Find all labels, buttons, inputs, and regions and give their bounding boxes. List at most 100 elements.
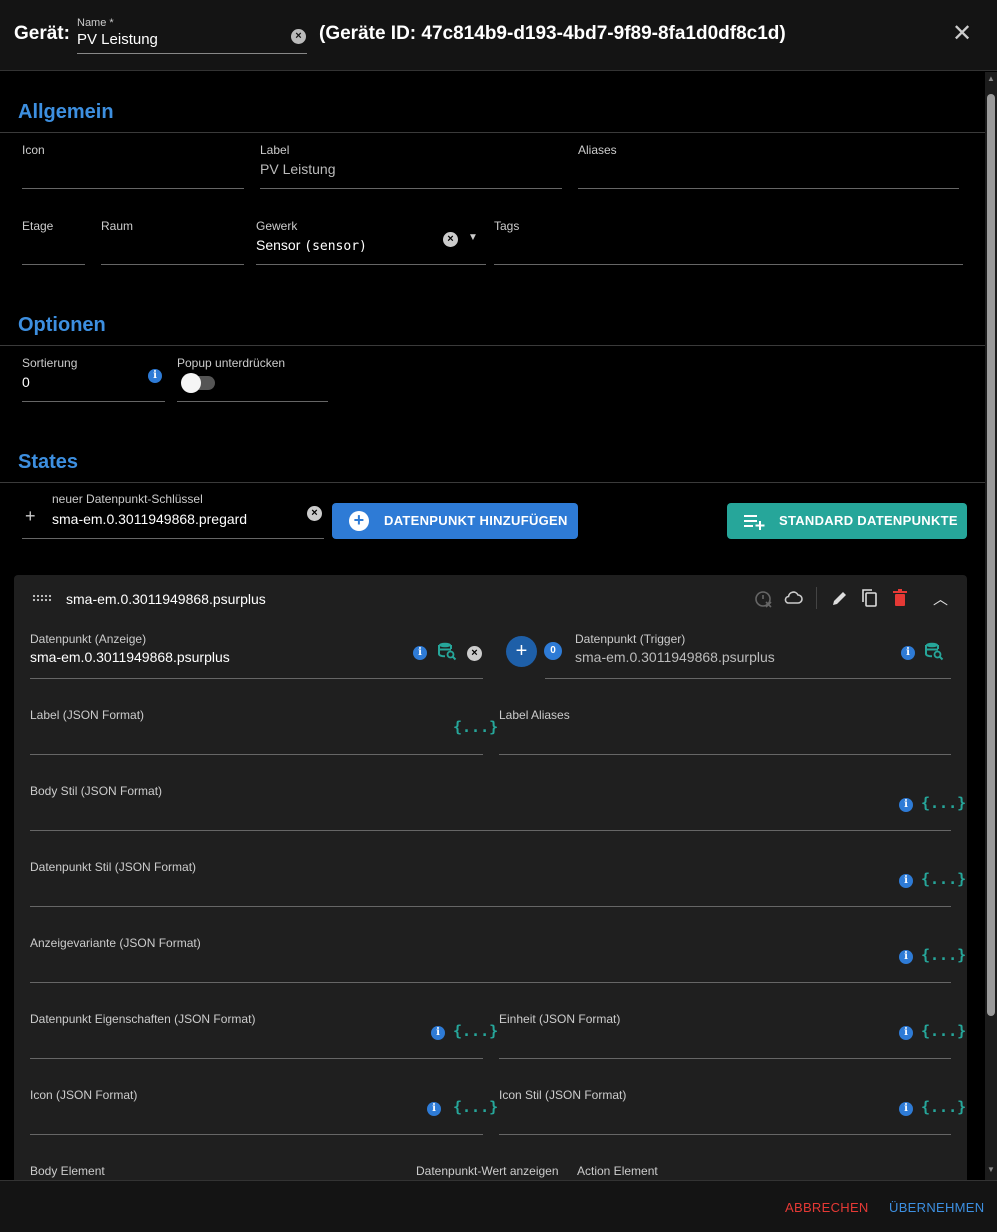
dialog-header: Gerät: Name * PV Leistung × (Geräte ID: … (0, 0, 997, 71)
show-value-label: Datenpunkt-Wert anzeigen (416, 1164, 559, 1178)
add-datapoint-button[interactable]: + DATENPUNKT HINZUFÜGEN (332, 503, 578, 539)
divider (0, 345, 985, 346)
toggle-knob (181, 373, 201, 393)
json-editor-icon[interactable]: {...} (921, 870, 966, 888)
info-icon[interactable]: i (901, 646, 915, 660)
plus-icon: + (25, 506, 36, 526)
json-editor-icon[interactable]: {...} (921, 946, 966, 964)
dp-style-field[interactable]: Datenpunkt Stil (JSON Format) i {...} (30, 860, 966, 907)
scroll-down-icon[interactable]: ▼ (987, 1165, 995, 1174)
dp-props-label: Datenpunkt Eigenschaften (JSON Format) (30, 1012, 256, 1026)
dp-display-value[interactable]: sma-em.0.3011949868.psurplus (30, 649, 230, 665)
info-icon[interactable]: i (427, 1102, 441, 1116)
chevron-up-icon[interactable]: ︿ (933, 588, 948, 609)
info-icon[interactable]: i (899, 798, 913, 812)
sort-field-label: Sortierung (22, 356, 78, 370)
info-icon[interactable]: i (413, 646, 427, 660)
trade-value-key: (sensor) (304, 239, 367, 254)
standard-datapoints-label: STANDARD DATENPUNKTE (779, 513, 958, 528)
json-editor-icon[interactable]: {...} (453, 1098, 498, 1116)
scrollbar[interactable]: ▲ ▼ (985, 72, 997, 1180)
drag-handle-icon[interactable] (32, 593, 52, 603)
icon-json-label: Icon (JSON Format) (30, 1088, 138, 1102)
json-editor-icon[interactable]: {...} (453, 1022, 498, 1040)
json-editor-icon[interactable]: {...} (453, 718, 498, 736)
new-key-field[interactable]: + neuer Datenpunkt-Schlüssel sma-em.0.30… (22, 492, 324, 539)
section-general-title: Allgemein (18, 101, 114, 123)
icon-field-label: Icon (22, 143, 45, 157)
cloud-icon[interactable] (782, 587, 804, 609)
json-editor-icon[interactable]: {...} (921, 1098, 966, 1116)
popup-field: Popup unterdrücken (177, 356, 328, 402)
standard-datapoints-button[interactable]: STANDARD DATENPUNKTE (727, 503, 967, 539)
dp-display-field[interactable]: Datenpunkt (Anzeige) sma-em.0.3011949868… (30, 632, 483, 679)
floor-field[interactable]: Etage (22, 219, 85, 265)
device-id: (Geräte ID: 47c814b9-d193-4bd7-9f89-8fa1… (319, 23, 786, 44)
json-editor-icon[interactable]: {...} (921, 794, 966, 812)
database-search-icon[interactable] (924, 641, 944, 661)
copy-icon[interactable] (859, 587, 881, 609)
tags-field[interactable]: Tags (494, 219, 963, 265)
sort-field-value[interactable]: 0 (22, 374, 30, 390)
body-element-label: Body Element (30, 1164, 105, 1178)
state-card-title: sma-em.0.3011949868.psurplus (66, 591, 266, 607)
dp-props-field[interactable]: Datenpunkt Eigenschaften (JSON Format) i… (30, 1012, 498, 1059)
dp-trigger-field[interactable]: Datenpunkt (Trigger) sma-em.0.3011949868… (545, 632, 951, 679)
name-field-value[interactable]: PV Leistung (77, 31, 158, 48)
chevron-down-icon[interactable]: ▼ (468, 232, 478, 243)
body-style-label: Body Stil (JSON Format) (30, 784, 163, 798)
body-style-field[interactable]: Body Stil (JSON Format) i {...} (30, 784, 966, 831)
new-key-value[interactable]: sma-em.0.3011949868.pregard (52, 511, 247, 527)
popup-toggle[interactable] (181, 373, 215, 393)
unit-field[interactable]: Einheit (JSON Format) i {...} (499, 1012, 966, 1059)
action-element-label: Action Element (577, 1164, 658, 1178)
timer-off-icon[interactable] (752, 587, 774, 609)
label-field[interactable]: Label PV Leistung (260, 143, 562, 189)
info-icon[interactable]: i (899, 1026, 913, 1040)
label-aliases-label: Label Aliases (499, 708, 570, 722)
info-icon[interactable]: i (431, 1026, 445, 1040)
dp-trigger-value[interactable]: sma-em.0.3011949868.psurplus (575, 649, 775, 665)
icon-style-field[interactable]: Icon Stil (JSON Format) i {...} (499, 1088, 966, 1135)
icon-style-label: Icon Stil (JSON Format) (499, 1088, 627, 1102)
clear-dp-icon[interactable]: × (467, 646, 482, 661)
scrollbar-thumb[interactable] (987, 94, 995, 1016)
clear-key-icon[interactable]: × (307, 506, 322, 521)
trade-value-text: Sensor (256, 237, 301, 253)
database-search-icon[interactable] (437, 641, 457, 661)
scroll-up-icon[interactable]: ▲ (987, 74, 995, 83)
clear-trade-icon[interactable]: × (443, 232, 458, 247)
sort-field[interactable]: Sortierung 0 i (22, 356, 165, 402)
apply-button[interactable]: ÜBERNEHMEN (889, 1200, 984, 1215)
json-editor-icon[interactable]: {...} (921, 1022, 966, 1040)
add-circle-icon: + (349, 511, 369, 531)
info-icon[interactable]: i (899, 874, 913, 888)
label-aliases-field[interactable]: Label Aliases (499, 708, 951, 755)
label-field-placeholder: PV Leistung (260, 161, 336, 177)
icon-json-field[interactable]: Icon (JSON Format) i {...} (30, 1088, 498, 1135)
clear-name-icon[interactable]: × (291, 29, 306, 44)
divider (0, 482, 985, 483)
section-states-title: States (18, 451, 79, 473)
trade-select[interactable]: Gewerk Sensor (sensor) × ▼ (256, 219, 486, 265)
label-json-field[interactable]: Label (JSON Format) {...} (30, 708, 498, 755)
aliases-field-label: Aliases (578, 143, 617, 157)
close-icon[interactable]: ✕ (948, 20, 976, 48)
info-icon[interactable]: i (899, 1102, 913, 1116)
delete-icon[interactable] (889, 587, 911, 609)
state-card: sma-em.0.3011949868.psurplus ︿ Datenpunk… (14, 575, 967, 1180)
name-field[interactable]: Name * PV Leistung × (77, 17, 307, 54)
room-field[interactable]: Raum (101, 219, 244, 265)
add-trigger-button[interactable]: + (506, 636, 537, 667)
icon-field[interactable]: Icon (22, 143, 244, 189)
info-icon[interactable]: i (148, 369, 162, 383)
popup-field-label: Popup unterdrücken (177, 356, 286, 370)
display-variant-field[interactable]: Anzeigevariante (JSON Format) i {...} (30, 936, 966, 983)
cancel-button[interactable]: ABBRECHEN (785, 1200, 869, 1215)
aliases-field[interactable]: Aliases (578, 143, 959, 189)
info-icon[interactable]: i (899, 950, 913, 964)
edit-icon[interactable] (829, 587, 851, 609)
trade-field-label: Gewerk (256, 219, 298, 233)
tags-field-label: Tags (494, 219, 520, 233)
dp-display-label: Datenpunkt (Anzeige) (30, 632, 147, 646)
